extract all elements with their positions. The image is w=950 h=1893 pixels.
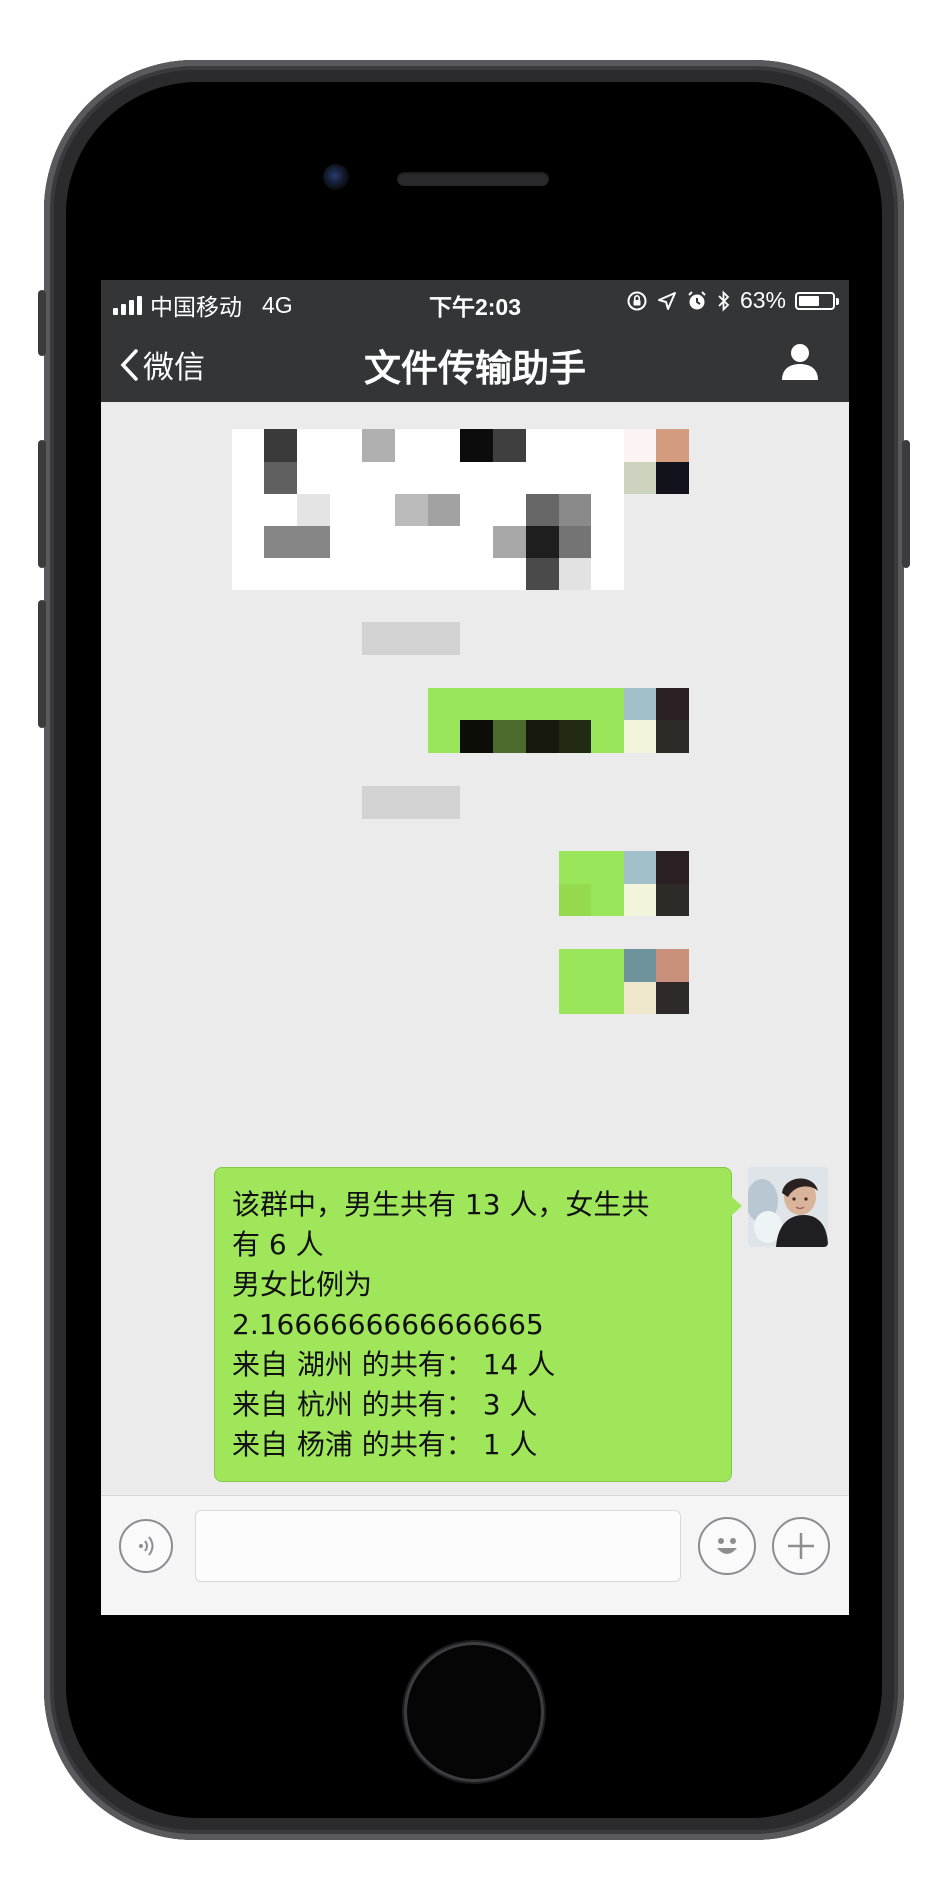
earpiece-speaker bbox=[397, 172, 549, 186]
message-bubble[interactable]: 该群中，男生共有 13 人，女生共 有 6 人 男女比例为 2.16666666… bbox=[214, 1167, 742, 1482]
status-right: 63% bbox=[626, 287, 839, 314]
message-line-3: 男女比例为 bbox=[232, 1268, 373, 1301]
emoji-icon bbox=[717, 1538, 737, 1554]
plus-button[interactable] bbox=[772, 1517, 830, 1575]
alarm-icon bbox=[688, 290, 706, 309]
battery-fill bbox=[799, 295, 819, 306]
battery-icon bbox=[795, 291, 839, 310]
censored-timestamp-1 bbox=[362, 622, 460, 655]
input-bar bbox=[101, 1495, 849, 1615]
message-line-1: 该群中，男生共有 13 人，女生共 bbox=[232, 1188, 650, 1221]
message-input[interactable] bbox=[195, 1510, 681, 1582]
message-line-4: 2.1666666666666665 bbox=[232, 1308, 544, 1341]
location-arrow-icon bbox=[657, 291, 676, 310]
message-line-7: 来自 杨浦 的共有： 1 人 bbox=[232, 1428, 538, 1461]
volume-down-button bbox=[38, 600, 46, 728]
voice-icon bbox=[139, 1536, 154, 1556]
emoji-button[interactable] bbox=[698, 1517, 756, 1575]
avatar-photo-image bbox=[748, 1167, 828, 1247]
power-button bbox=[902, 440, 910, 568]
phone-screen: 中国移动 4G 下午2:03 63% 微信 文件传输助手 该群中，男生共有 13… bbox=[101, 280, 849, 1615]
orientation-lock-icon bbox=[627, 291, 647, 310]
message-line-2: 有 6 人 bbox=[232, 1228, 324, 1261]
avatar[interactable] bbox=[748, 1167, 828, 1247]
volume-up-button bbox=[38, 440, 46, 568]
bubble-tail bbox=[731, 1196, 742, 1216]
home-button[interactable] bbox=[407, 1645, 541, 1779]
battery-nub bbox=[836, 297, 839, 305]
mute-switch bbox=[38, 290, 46, 356]
user-profile-icon[interactable] bbox=[779, 340, 821, 382]
message-line-5: 来自 湖州 的共有： 14 人 bbox=[232, 1348, 556, 1381]
bluetooth-icon bbox=[718, 289, 730, 312]
page-title: 文件传输助手 bbox=[364, 347, 586, 390]
plus-icon bbox=[788, 1533, 814, 1559]
censored-timestamp-2 bbox=[362, 786, 460, 819]
message-line-6: 来自 杭州 的共有： 3 人 bbox=[232, 1388, 538, 1421]
front-camera bbox=[323, 164, 349, 190]
battery-percent: 63% bbox=[739, 287, 786, 313]
status-bar: 中国移动 4G 下午2:03 63% bbox=[101, 280, 849, 322]
chat-area[interactable]: 该群中，男生共有 13 人，女生共 有 6 人 男女比例为 2.16666666… bbox=[101, 402, 849, 1495]
nav-bar: 微信 文件传输助手 bbox=[101, 322, 849, 402]
voice-button[interactable] bbox=[119, 1519, 173, 1573]
